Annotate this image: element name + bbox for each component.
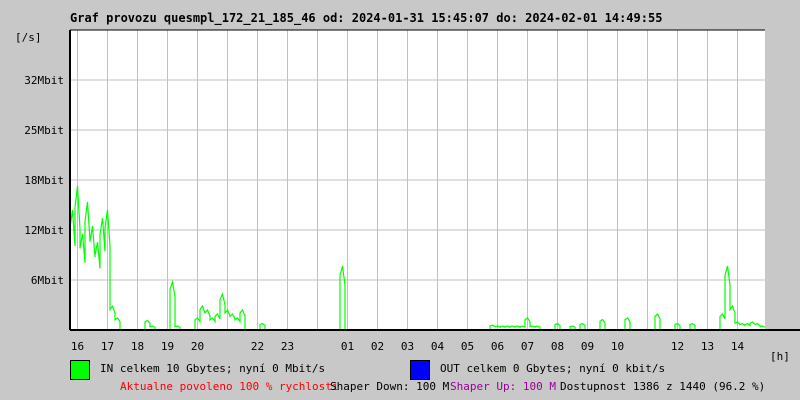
y-tick-label: 18Mbit [24,174,64,187]
x-tick-label: 09 [581,340,594,353]
y-tick-label: 32Mbit [24,74,64,87]
x-tick-label: 22 [251,340,264,353]
x-tick-label: 14 [731,340,745,353]
legend-in-swatch [70,360,90,380]
x-tick-label: 07 [521,340,534,353]
legend-out-text: OUT celkem 0 Gbytes; nyní 0 kbit/s [440,362,666,375]
x-tick-label: 04 [431,340,445,353]
shaper-up-text: Shaper Up: 100 M [450,380,556,393]
plot-area: 6Mbit 12Mbit 18Mbit 25Mbit 32Mbit 16 17 18 19 20 2… [24,29,800,353]
shaper-down-text: Shaper Down: 100 M [330,380,450,393]
allowed-speed-text: Aktualne povoleno 100 % rychlosti [120,380,339,393]
x-tick-label: 06 [491,340,504,353]
traffic-graph: Graf provozu quesmpl_172_21_185_46 od: 2… [0,0,800,400]
x-tick-label: 18 [131,340,144,353]
y-tick-label: 6Mbit [31,274,64,287]
legend-out-swatch [410,360,430,380]
legend-in-text: IN celkem 10 Gbytes; nyní 0 Mbit/s [100,362,326,375]
y-tick-label: 25Mbit [24,124,64,137]
x-tick-label: 13 [701,340,714,353]
x-tick-label: 08 [551,340,564,353]
x-tick-label: 01 [341,340,354,353]
x-tick-label: 17 [101,340,114,353]
x-tick-label: 12 [671,340,684,353]
availability-text: Dostupnost 1386 z 1440 (96.2 %) [560,380,766,393]
x-tick-label: 16 [71,340,84,353]
x-tick-label: 19 [161,340,174,353]
x-tick-label: 23 [281,340,294,353]
x-tick-label: 05 [461,340,474,353]
x-tick-label: 02 [371,340,384,353]
x-tick-label: 10 [611,340,624,353]
y-tick-label: 12Mbit [24,224,64,237]
x-tick-label: 20 [191,340,204,353]
x-tick-label: 03 [401,340,414,353]
